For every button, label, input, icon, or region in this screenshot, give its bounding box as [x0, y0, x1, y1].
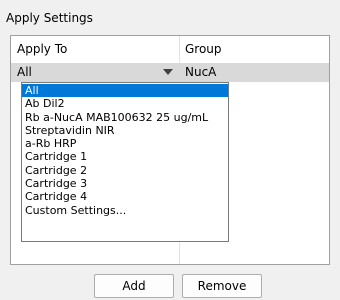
group-cell[interactable]: NucA: [185, 63, 216, 82]
dropdown-arrow-icon[interactable]: [163, 69, 173, 75]
dropdown-option[interactable]: Rb a-NucA MAB100632 25 ug/mL: [22, 111, 228, 124]
apply-to-combobox-value[interactable]: All: [17, 63, 32, 82]
group-title: Apply Settings: [6, 11, 93, 25]
column-header-apply-to[interactable]: Apply To: [11, 36, 179, 62]
add-button[interactable]: Add: [94, 274, 174, 298]
dropdown-option[interactable]: Cartridge 4: [22, 190, 228, 203]
dropdown-option[interactable]: a-Rb HRP: [22, 137, 228, 150]
dropdown-option[interactable]: Cartridge 3: [22, 177, 228, 190]
dropdown-option[interactable]: Ab Dil2: [22, 97, 228, 110]
dropdown-option[interactable]: Custom Settings...: [22, 204, 228, 217]
dropdown-option[interactable]: All: [22, 84, 228, 98]
dropdown-option[interactable]: Cartridge 2: [22, 164, 228, 177]
dropdown-option[interactable]: Cartridge 1: [22, 150, 228, 163]
dropdown-option[interactable]: Streptavidin NIR: [22, 124, 228, 137]
apply-to-dropdown-list[interactable]: All Ab Dil2 Rb a-NucA MAB100632 25 ug/mL…: [21, 82, 229, 242]
column-header-group[interactable]: Group: [179, 36, 329, 62]
table-row[interactable]: All NucA: [11, 63, 329, 82]
remove-button[interactable]: Remove: [182, 274, 262, 298]
